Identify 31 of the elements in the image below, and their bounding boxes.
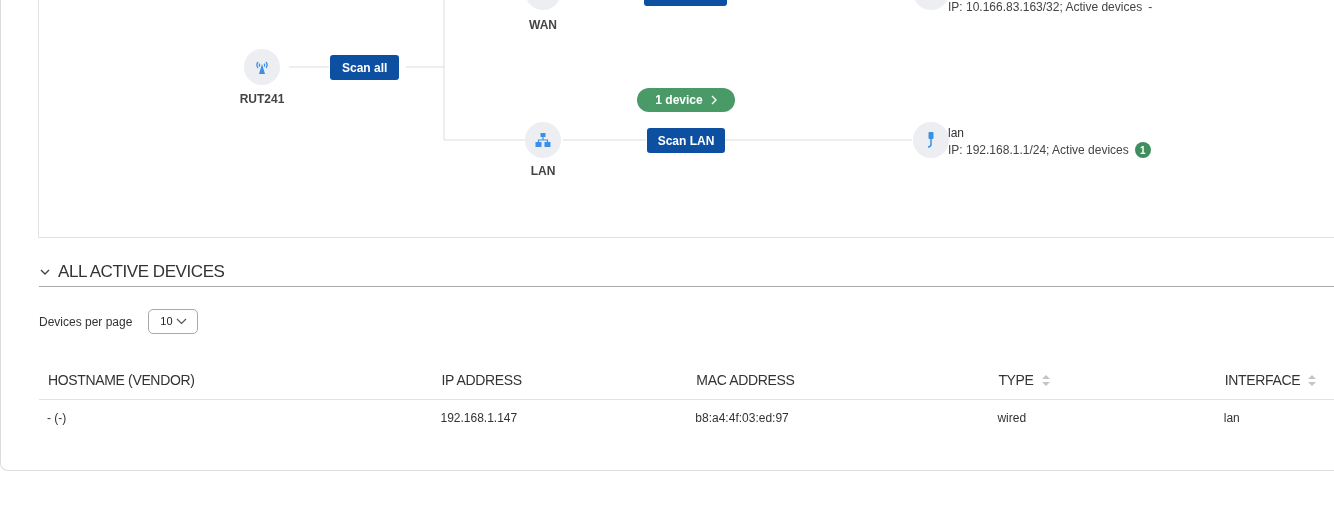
per-page-label: Devices per page	[39, 313, 133, 331]
sort-icon[interactable]	[1308, 375, 1317, 386]
scan-lan-button[interactable]: Scan LAN	[647, 128, 725, 153]
tower-icon	[244, 49, 280, 85]
per-page-select[interactable]: 10	[148, 309, 199, 334]
interface-info: IP: 10.166.83.163/32; Active devices	[948, 0, 1143, 14]
sort-icon[interactable]	[1041, 375, 1050, 386]
table-cell: 192.168.1.147	[440, 411, 518, 425]
scan-all-button[interactable]: Scan all	[330, 55, 400, 80]
table-cell: b8:a4:4f:03:ed:97	[695, 411, 789, 425]
column-header[interactable]: TYPE	[998, 370, 1034, 391]
interface-name: lan	[948, 125, 964, 142]
table-cell: - (-)	[47, 411, 67, 425]
table-cell: lan	[1223, 411, 1240, 425]
device-label: RUT241	[238, 91, 286, 108]
count-badge: 1	[1134, 142, 1151, 158]
caret-icon	[175, 318, 187, 325]
section-title: ALL ACTIVE DEVICES	[58, 261, 225, 284]
interface-label: LAN	[529, 163, 557, 180]
ethernet-plug-icon	[913, 122, 949, 158]
column-header: MAC ADDRESS	[696, 371, 795, 390]
table-cell: wired	[997, 411, 1027, 425]
network-icon	[525, 122, 561, 158]
chevron-right-icon	[710, 95, 717, 105]
chevron-down-icon[interactable]	[40, 267, 50, 277]
interface-info: IP: 192.168.1.1/24; Active devices	[948, 142, 1129, 159]
column-header[interactable]: INTERFACE	[1224, 370, 1301, 391]
interface-label: WAN	[528, 17, 558, 34]
count-text: -	[1148, 0, 1153, 14]
column-header: IP ADDRESS	[441, 371, 522, 390]
column-header: HOSTNAME (VENDOR)	[48, 371, 195, 390]
